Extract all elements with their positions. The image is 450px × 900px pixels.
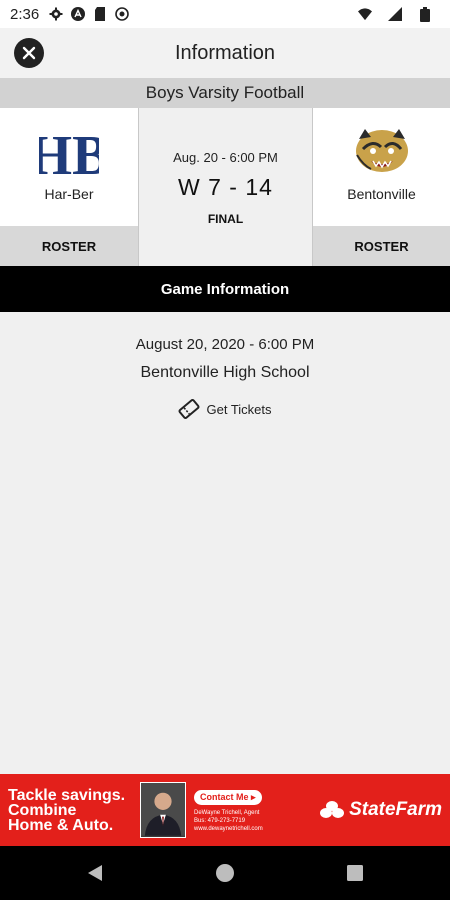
ad-banner[interactable]: Tackle savings. Combine Home & Auto. Con… [0, 774, 450, 846]
recents-square-icon [347, 865, 363, 881]
game-status: FINAL [207, 212, 244, 226]
game-information-heading: Game Information [0, 266, 450, 312]
ad-agent-info: Contact Me ▸ DeWayne Trichell, Agent Bus… [194, 787, 294, 833]
game-information-content: August 20, 2020 - 6:00 PM Bentonville Hi… [0, 312, 450, 774]
agent-name: DeWayne Trichell, Agent [194, 810, 260, 816]
ad-slogan-line: Home & Auto. [8, 816, 114, 834]
page-title: Information [174, 41, 276, 64]
ad-slogan-line: Combine [8, 801, 77, 819]
statefarm-ovals-icon [320, 801, 345, 818]
bentonville-tiger-logo [313, 116, 450, 186]
ticket-icon [178, 398, 200, 420]
ad-slogan: Tackle savings. Combine Home & Auto. [8, 786, 136, 834]
away-roster-button[interactable]: ROSTER [313, 226, 450, 266]
close-button[interactable] [14, 38, 44, 68]
app-a-icon [71, 7, 86, 21]
settings-icon [49, 7, 63, 21]
away-team: Bentonville ROSTER [313, 108, 450, 266]
status-time: 2:36 [10, 5, 40, 23]
back-button[interactable] [84, 862, 106, 884]
sync-icon [115, 7, 130, 21]
home-team: HB Har-Ber ROSTER [0, 108, 138, 266]
get-tickets-button[interactable]: Get Tickets [0, 398, 450, 420]
sd-card-icon [93, 7, 107, 21]
wifi-icon [358, 7, 372, 21]
game-venue: Bentonville High School [140, 364, 310, 381]
system-navigation-bar [0, 846, 450, 900]
svg-text:HB: HB [39, 125, 99, 184]
har-ber-logo: HB [0, 116, 138, 186]
recents-button[interactable] [344, 862, 366, 884]
agent-website: www.dewaynetrichell.com [194, 826, 263, 832]
agent-phone: Bus: 479-273-7719 [194, 818, 246, 824]
contact-me-button[interactable]: Contact Me ▸ [194, 790, 262, 805]
home-circle-icon [216, 864, 234, 882]
matchup-panel: HB Har-Ber ROSTER Aug. 20 - 6:00 PM W 7 … [0, 108, 450, 266]
home-button[interactable] [214, 862, 236, 884]
game-score: W 7 - 14 [178, 174, 273, 200]
sport-title: Boys Varsity Football [0, 78, 450, 108]
close-icon [22, 46, 36, 60]
home-roster-button[interactable]: ROSTER [0, 226, 138, 266]
status-bar: 2:36 [0, 0, 450, 28]
agent-photo [140, 782, 186, 838]
statefarm-logo: StateFarm [319, 799, 442, 821]
app-header: Information [0, 28, 450, 78]
battery-icon [418, 6, 432, 22]
score-box: Aug. 20 - 6:00 PM W 7 - 14 FINAL [138, 108, 313, 266]
away-team-name: Bentonville [347, 186, 416, 202]
back-triangle-icon [88, 865, 102, 881]
home-team-name: Har-Ber [44, 186, 94, 202]
game-date-time: Aug. 20 - 6:00 PM [173, 150, 278, 165]
statefarm-wordmark: StateFarm [349, 799, 442, 820]
signal-icon [388, 7, 402, 21]
game-full-date: August 20, 2020 - 6:00 PM [135, 336, 315, 353]
ad-slogan-line: Tackle savings. [8, 786, 126, 804]
get-tickets-label: Get Tickets [206, 401, 272, 417]
